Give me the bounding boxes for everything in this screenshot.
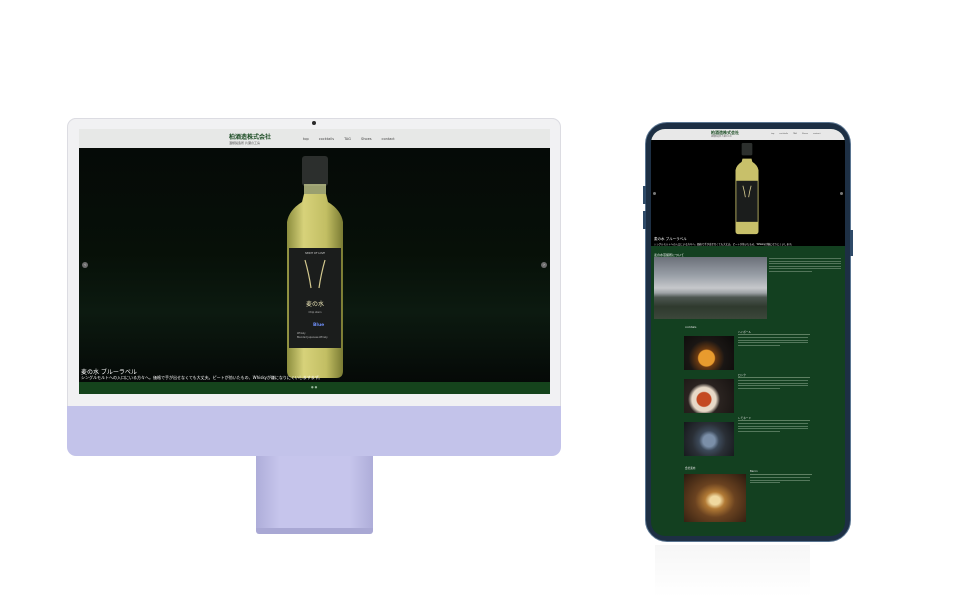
bottle-name-jp: 麦の水 — [306, 300, 324, 308]
chevron-right-icon: › — [543, 262, 545, 267]
slider-dots[interactable]: ● ● — [311, 385, 317, 389]
cocktails-heading: cocktails — [685, 326, 697, 329]
cocktail-card-text — [738, 380, 808, 391]
mobile-slider-next-button[interactable] — [840, 192, 843, 195]
mobile-site-header: 柏酒造株式会社 酒類製造所 片瀬の工房 top cocktails TAG Sh… — [651, 129, 845, 140]
mobile-site-nav: top cocktails TAG Shoes contact — [771, 133, 821, 135]
chevron-left-icon: ‹ — [84, 262, 86, 267]
about-card-text — [750, 477, 810, 485]
divider — [738, 334, 810, 335]
bottle-detail-1: Whisky — [297, 332, 306, 335]
mobile-site-subtitle: 酒類製造所 片瀬の工房 — [711, 136, 732, 138]
mobile-nav-item-cocktails[interactable]: cocktails — [779, 133, 788, 135]
phone-power-button — [850, 230, 853, 256]
bottle-top-label: SPIRIT OF LOVE — [305, 251, 325, 255]
cocktail-card[interactable]: ロック — [684, 373, 812, 413]
nav-item-top[interactable]: top — [303, 137, 309, 141]
hero-slider: ‹ › SPIRIT OF LOVE 麦の水 Chip stein Blue W… — [79, 148, 550, 382]
bottle-blue-label: Blue — [313, 322, 324, 328]
site-logo[interactable]: 柏酒造株式会社 — [229, 132, 271, 141]
mobile-slider-prev-button[interactable] — [653, 192, 656, 195]
bottle-detail-2: Blended Japanese Whisky — [297, 336, 328, 339]
lake-description-text — [769, 258, 841, 274]
slider-next-button[interactable]: › — [541, 262, 547, 268]
cocktail-card[interactable]: ハイボール — [684, 330, 812, 370]
highball-photo — [684, 336, 734, 370]
camera-dot — [312, 121, 316, 125]
lemonade-cocktail-photo — [684, 422, 734, 456]
about-card-title: Baron — [750, 470, 758, 473]
mobile-hero-slider — [651, 140, 845, 246]
product-bottle-image: SPIRIT OF LOVE 麦の水 Chip stein Blue Whisk… — [281, 156, 349, 380]
nav-item-contact[interactable]: contact — [382, 137, 395, 141]
site-nav: top cocktails TAG Shoes contact — [303, 137, 395, 141]
rock-cocktail-photo — [684, 379, 734, 413]
about-card[interactable]: Baron — [684, 470, 812, 522]
cocktail-card-text — [738, 337, 808, 348]
nav-item-tag[interactable]: TAG — [344, 137, 351, 141]
phone-side-button — [643, 211, 646, 229]
mobile-nav-item-top[interactable]: top — [771, 133, 774, 135]
phone-reflection — [655, 545, 810, 597]
site-green-band: ● ● — [79, 382, 550, 394]
lake-photo — [654, 257, 767, 319]
nav-item-shoes[interactable]: Shoes — [361, 137, 372, 141]
mobile-nav-item-shoes[interactable]: Shoes — [802, 133, 808, 135]
bottle-name-en: Chip stein — [309, 310, 322, 314]
imac-chin — [67, 406, 561, 456]
imac-stand-foot — [256, 528, 373, 534]
mobile-website-screen: 柏酒造株式会社 酒類製造所 片瀬の工房 top cocktails TAG Sh… — [651, 129, 845, 536]
site-header: 柏酒造株式会社 酒類製造所 片瀬の工房 top cocktails TAG Sh… — [79, 129, 550, 148]
divider — [738, 377, 810, 378]
site-subtitle: 酒類製造所 片瀬の工房 — [229, 141, 260, 145]
cocktail-card-text — [738, 423, 808, 434]
slider-prev-button[interactable]: ‹ — [82, 262, 88, 268]
mobile-nav-item-tag[interactable]: TAG — [793, 133, 797, 135]
divider — [738, 420, 810, 421]
desktop-website-screen: 柏酒造株式会社 酒類製造所 片瀬の工房 top cocktails TAG Sh… — [79, 129, 550, 394]
phone-side-button — [643, 186, 646, 204]
cocktail-card[interactable]: レモネード — [684, 416, 812, 456]
imac-stand — [256, 456, 373, 530]
mobile-product-bottle-image — [735, 143, 759, 235]
nav-item-cocktails[interactable]: cocktails — [319, 137, 334, 141]
divider — [750, 474, 812, 475]
barrel-cellar-photo — [684, 474, 746, 522]
mobile-nav-item-contact[interactable]: contact — [813, 133, 820, 135]
mobile-product-description: シングルモルトへの入口にいる方々へ。価格で手が出せなくても大丈夫。ピートが効いた… — [654, 243, 794, 246]
product-description: シングルモルトへの入口にいる方々へ。価格で手が出せなくても大丈夫。ピートが効いた… — [81, 375, 323, 380]
